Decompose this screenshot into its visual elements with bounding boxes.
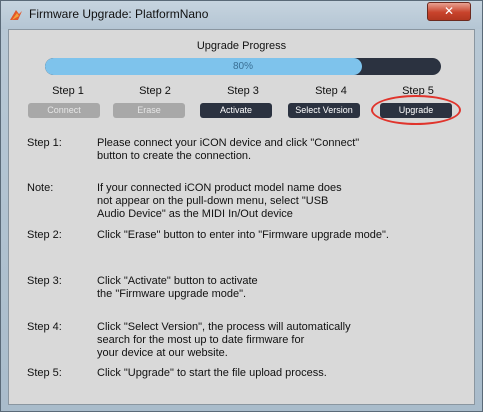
connect-button[interactable]: Connect — [28, 103, 100, 118]
close-button[interactable]: ✕ — [427, 2, 471, 21]
instruction-step-5-key: Step 5: — [27, 367, 62, 379]
instruction-step-5-text: Click "Upgrade" to start the file upload… — [97, 367, 327, 379]
step-4-label: Step 4 — [315, 85, 347, 97]
instruction-step-2-key: Step 2: — [27, 229, 62, 241]
step-3-label: Step 3 — [227, 85, 259, 97]
instruction-step-3-key: Step 3: — [27, 275, 62, 287]
erase-button[interactable]: Erase — [113, 103, 185, 118]
title-bar[interactable]: Firmware Upgrade: PlatformNano ✕ — [1, 1, 482, 29]
upgrade-highlight-ring — [371, 95, 461, 125]
step-1-label: Step 1 — [52, 85, 84, 97]
app-logo-icon — [10, 10, 22, 20]
instruction-step-3-text: Click "Activate" button to activate the "… — [97, 275, 258, 300]
instruction-step-2-text: Click "Erase" button to enter into "Firm… — [97, 229, 389, 241]
instruction-step-4-text: Click "Select Version", the process will… — [97, 321, 351, 359]
select-version-button[interactable]: Select Version — [288, 103, 360, 118]
activate-button[interactable]: Activate — [200, 103, 272, 118]
client-area: Upgrade Progress 80% Step 1 Step 2 Step … — [8, 29, 475, 405]
step-2-label: Step 2 — [139, 85, 171, 97]
instruction-step-4-key: Step 4: — [27, 321, 62, 333]
instruction-note-key: Note: — [27, 182, 54, 194]
instruction-note-text: If your connected iCON product model nam… — [97, 182, 342, 220]
instruction-step-1-key: Step 1: — [27, 137, 62, 149]
progress-title: Upgrade Progress — [196, 40, 287, 52]
progress-bar: 80% — [45, 58, 441, 75]
instruction-step-1-text: Please connect your iCON device and clic… — [97, 137, 360, 162]
window-title: Firmware Upgrade: PlatformNano — [29, 7, 209, 21]
progress-percent: 80% — [232, 61, 253, 72]
firmware-upgrade-window: Firmware Upgrade: PlatformNano ✕ Upgrade… — [0, 0, 483, 412]
